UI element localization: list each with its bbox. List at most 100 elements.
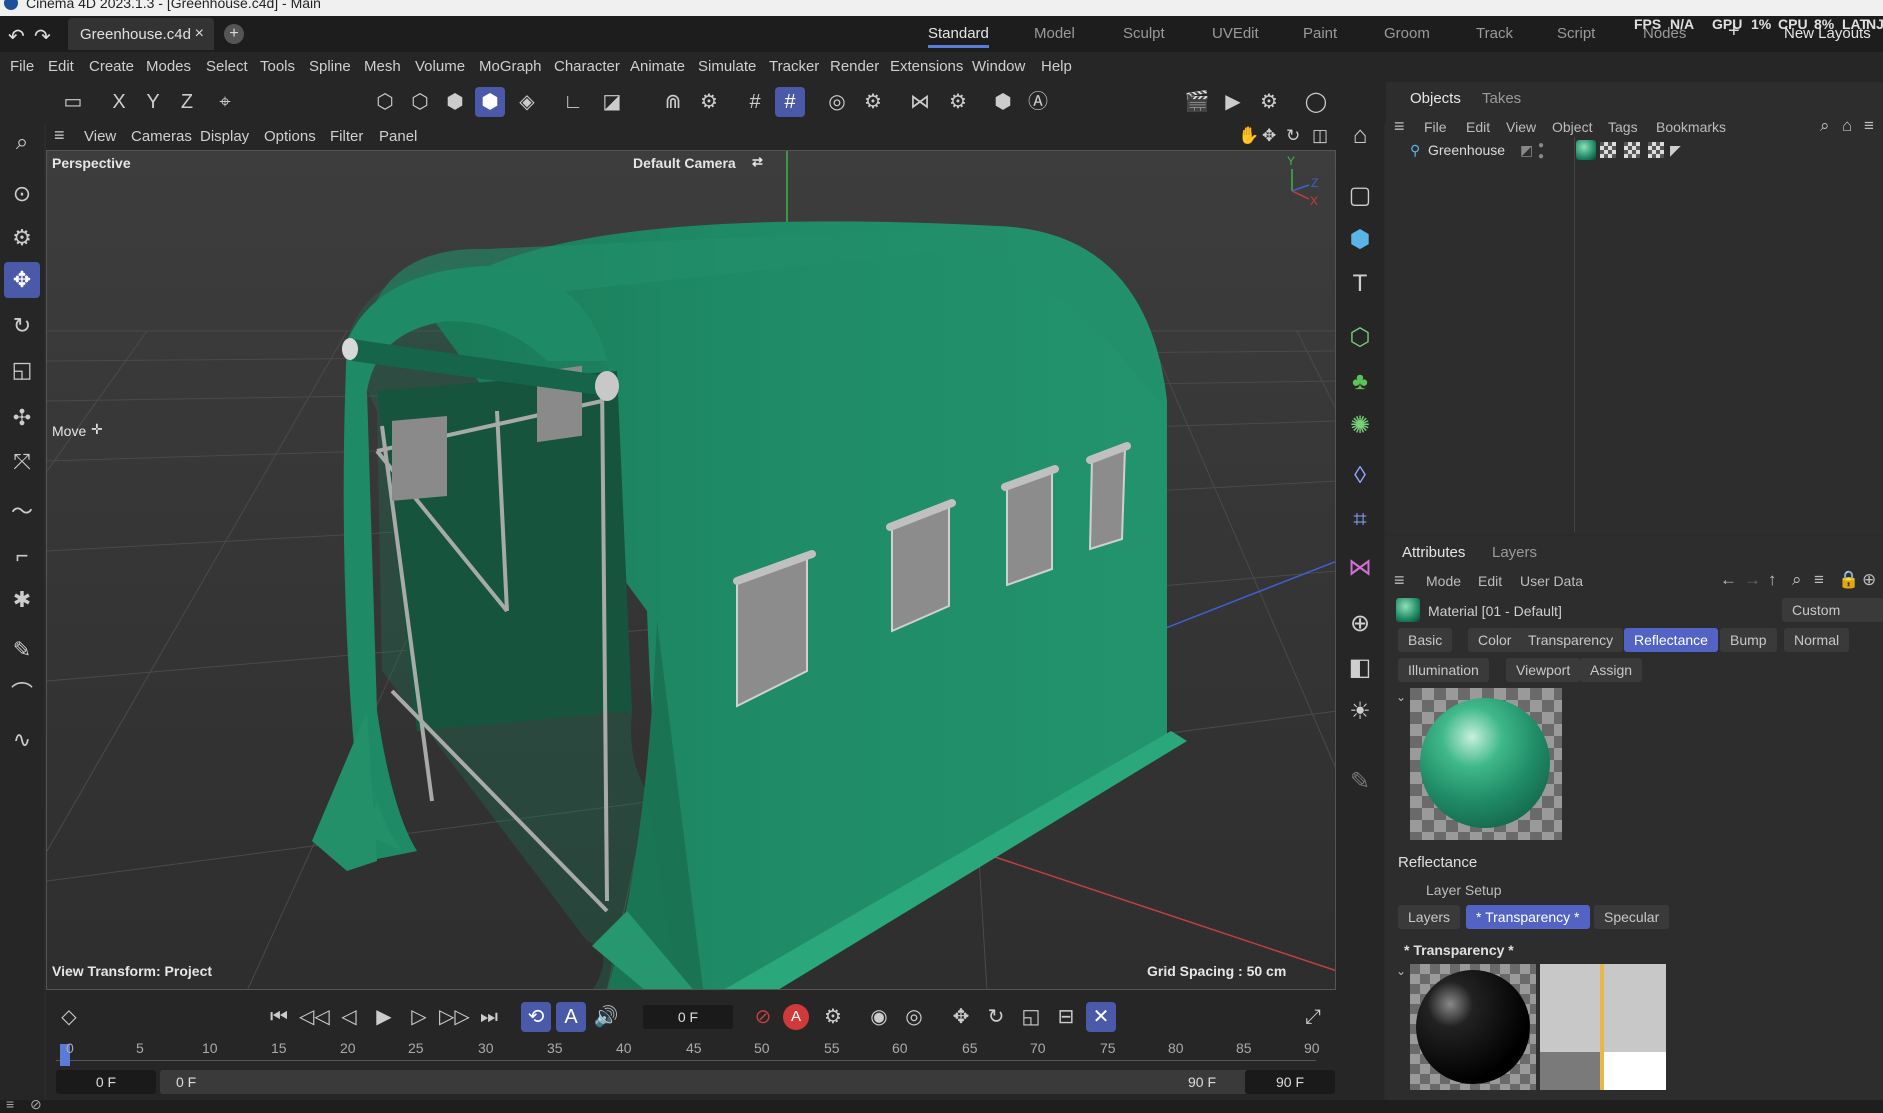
tab-takes[interactable]: Takes — [1482, 90, 1521, 107]
y-axis-toggle[interactable]: Y — [138, 87, 168, 117]
text-icon[interactable]: T — [1342, 266, 1378, 302]
render-settings-icon[interactable]: ⚙ — [1254, 87, 1284, 117]
objects-menu-view[interactable]: View — [1506, 119, 1536, 135]
dolly-icon[interactable]: ✥ — [1262, 126, 1276, 146]
selection-icon[interactable]: ⊙ — [4, 176, 40, 212]
material-tag-icon[interactable] — [1576, 140, 1596, 160]
menu-tools[interactable]: Tools — [260, 58, 295, 75]
object-mode-icon[interactable]: ▭ — [58, 87, 88, 117]
generator-icon[interactable]: ⬡ — [1342, 320, 1378, 356]
menu-volume[interactable]: Volume — [415, 58, 465, 75]
key-rotation-icon[interactable]: ◎ — [899, 1002, 929, 1032]
menu-render[interactable]: Render — [830, 58, 879, 75]
go-to-end-icon[interactable]: ⏭ — [474, 1002, 504, 1032]
play-icon[interactable]: ▶ — [369, 1002, 399, 1032]
sound-icon[interactable]: 🔊 — [591, 1002, 621, 1032]
menu-character[interactable]: Character — [554, 58, 620, 75]
menu-help[interactable]: Help — [1041, 58, 1072, 75]
tab-attributes[interactable]: Attributes — [1402, 544, 1465, 561]
channel-tab-normal[interactable]: Normal — [1784, 628, 1850, 652]
key-move-icon[interactable]: ✥ — [946, 1002, 976, 1032]
menu-spline[interactable]: Spline — [309, 58, 351, 75]
preset-dropdown[interactable]: Custom — [1782, 598, 1883, 622]
layout-sculpt[interactable]: Sculpt — [1123, 25, 1165, 42]
x-axis-toggle[interactable]: X — [104, 87, 134, 117]
preview-range-bar[interactable] — [160, 1070, 1260, 1094]
object-name[interactable]: Greenhouse — [1428, 142, 1505, 158]
objects-menu-edit[interactable]: Edit — [1466, 119, 1490, 135]
keyframe-mode-icon[interactable]: ◇ — [54, 1002, 84, 1032]
visibility-dots-icon[interactable]: ● ● — [1538, 140, 1544, 162]
menu-tracker[interactable]: Tracker — [769, 58, 819, 75]
forward-icon[interactable]: → — [1744, 570, 1761, 590]
record-settings-icon[interactable]: ⚙ — [818, 1002, 848, 1032]
texture-mode-icon[interactable]: ◪ — [597, 87, 627, 117]
polygons-mode-icon[interactable]: ⬢ — [440, 87, 470, 117]
objects-menu-tags[interactable]: Tags — [1608, 119, 1638, 135]
layout-script[interactable]: Script — [1557, 25, 1595, 42]
menu-edit[interactable]: Edit — [48, 58, 74, 75]
light-icon[interactable]: ☀ — [1342, 694, 1378, 730]
preview-end-field[interactable]: 90 F — [1245, 1070, 1335, 1094]
add-tab-button[interactable]: + — [224, 24, 244, 44]
menu-file[interactable]: File — [10, 58, 34, 75]
uv-mode-icon[interactable]: ◈ — [512, 87, 542, 117]
attributes-menu-user-data[interactable]: User Data — [1520, 573, 1583, 589]
orbit-icon[interactable]: ↻ — [1286, 126, 1300, 146]
previous-key-icon[interactable]: ◁◁ — [299, 1002, 330, 1032]
grid-snap-icon[interactable]: # — [740, 87, 770, 117]
effector-icon[interactable]: ✺ — [1342, 408, 1378, 444]
knife-icon[interactable]: ⌐ — [4, 538, 40, 574]
timeline-ruler[interactable] — [56, 1060, 1316, 1068]
filter-icon[interactable]: ≡ — [1814, 570, 1824, 590]
layout-model[interactable]: Model — [1034, 25, 1075, 42]
viewport-menu-icon[interactable]: ≡ — [54, 125, 65, 146]
render-picture-viewer-icon[interactable]: ▶ — [1218, 87, 1248, 117]
brush-icon[interactable]: 〜 — [4, 494, 40, 530]
transform-tools-icon[interactable]: ⚙ — [4, 220, 40, 256]
layout-standard[interactable]: Standard — [928, 25, 989, 48]
snap-settings-icon[interactable]: ⚙ — [694, 87, 724, 117]
loop-icon[interactable]: ⟲ — [521, 1002, 551, 1032]
menu-simulate[interactable]: Simulate — [698, 58, 756, 75]
layout-groom[interactable]: Groom — [1384, 25, 1430, 42]
redo-icon[interactable]: ↷ — [34, 24, 51, 49]
key-rotate-icon[interactable]: ↻ — [981, 1002, 1011, 1032]
axis-mode-icon[interactable]: ∟ — [558, 87, 588, 117]
modeling-icon[interactable]: ✱ — [4, 582, 40, 618]
viewport-menu-filter[interactable]: Filter — [330, 128, 363, 145]
home-icon[interactable]: ⌂ — [1842, 116, 1852, 136]
camera-icon[interactable]: ⇄ — [752, 154, 763, 170]
menu-extensions[interactable]: Extensions — [890, 58, 963, 75]
layer-tab-specular[interactable]: Specular — [1594, 905, 1670, 929]
camera-label[interactable]: Default Camera — [633, 155, 736, 171]
solo-settings-icon[interactable]: ⚙ — [858, 87, 888, 117]
collapse-arrow-icon[interactable]: ⌄ — [1396, 964, 1406, 978]
viewport-menu-options[interactable]: Options — [264, 128, 316, 145]
channel-tab-transparency[interactable]: Transparency — [1518, 628, 1624, 652]
menu-window[interactable]: Window — [972, 58, 1025, 75]
points-mode-icon[interactable]: ⬡ — [370, 87, 400, 117]
next-frame-icon[interactable]: ▷ — [404, 1002, 434, 1032]
interactive-render-icon[interactable]: ◯ — [1301, 87, 1331, 117]
lock-icon[interactable]: ⬢ — [988, 87, 1018, 117]
channel-tab-illumination[interactable]: Illumination — [1398, 658, 1489, 682]
snap-icon[interactable]: ⋒ — [658, 87, 688, 117]
camera-object-icon[interactable]: ◧ — [1342, 650, 1378, 686]
channel-tab-assign[interactable]: Assign — [1580, 658, 1643, 682]
render-view-icon[interactable]: 🎬 — [1182, 87, 1212, 117]
collapse-arrow-icon[interactable]: ⌄ — [1396, 690, 1406, 704]
cube-icon[interactable]: ⬢ — [1342, 222, 1378, 258]
layer-toggle-icon[interactable]: ◩ — [1520, 142, 1533, 159]
tab-objects[interactable]: Objects — [1410, 90, 1461, 107]
scale-tool-icon[interactable]: ◱ — [4, 352, 40, 388]
lasso-selection-icon[interactable]: ⌂ — [1342, 118, 1378, 154]
autokey-icon[interactable]: A — [556, 1002, 586, 1032]
search-icon[interactable]: ⌕ — [1820, 116, 1830, 136]
record-active-icon[interactable]: A — [783, 1004, 809, 1030]
viewport-menu-display[interactable]: Display — [200, 128, 249, 145]
key-position-icon[interactable]: ◉ — [864, 1002, 894, 1032]
solo-icon[interactable]: ◎ — [822, 87, 852, 117]
workplane-icon[interactable]: # — [775, 87, 805, 117]
key-pla-icon[interactable]: ✕ — [1086, 1002, 1116, 1032]
